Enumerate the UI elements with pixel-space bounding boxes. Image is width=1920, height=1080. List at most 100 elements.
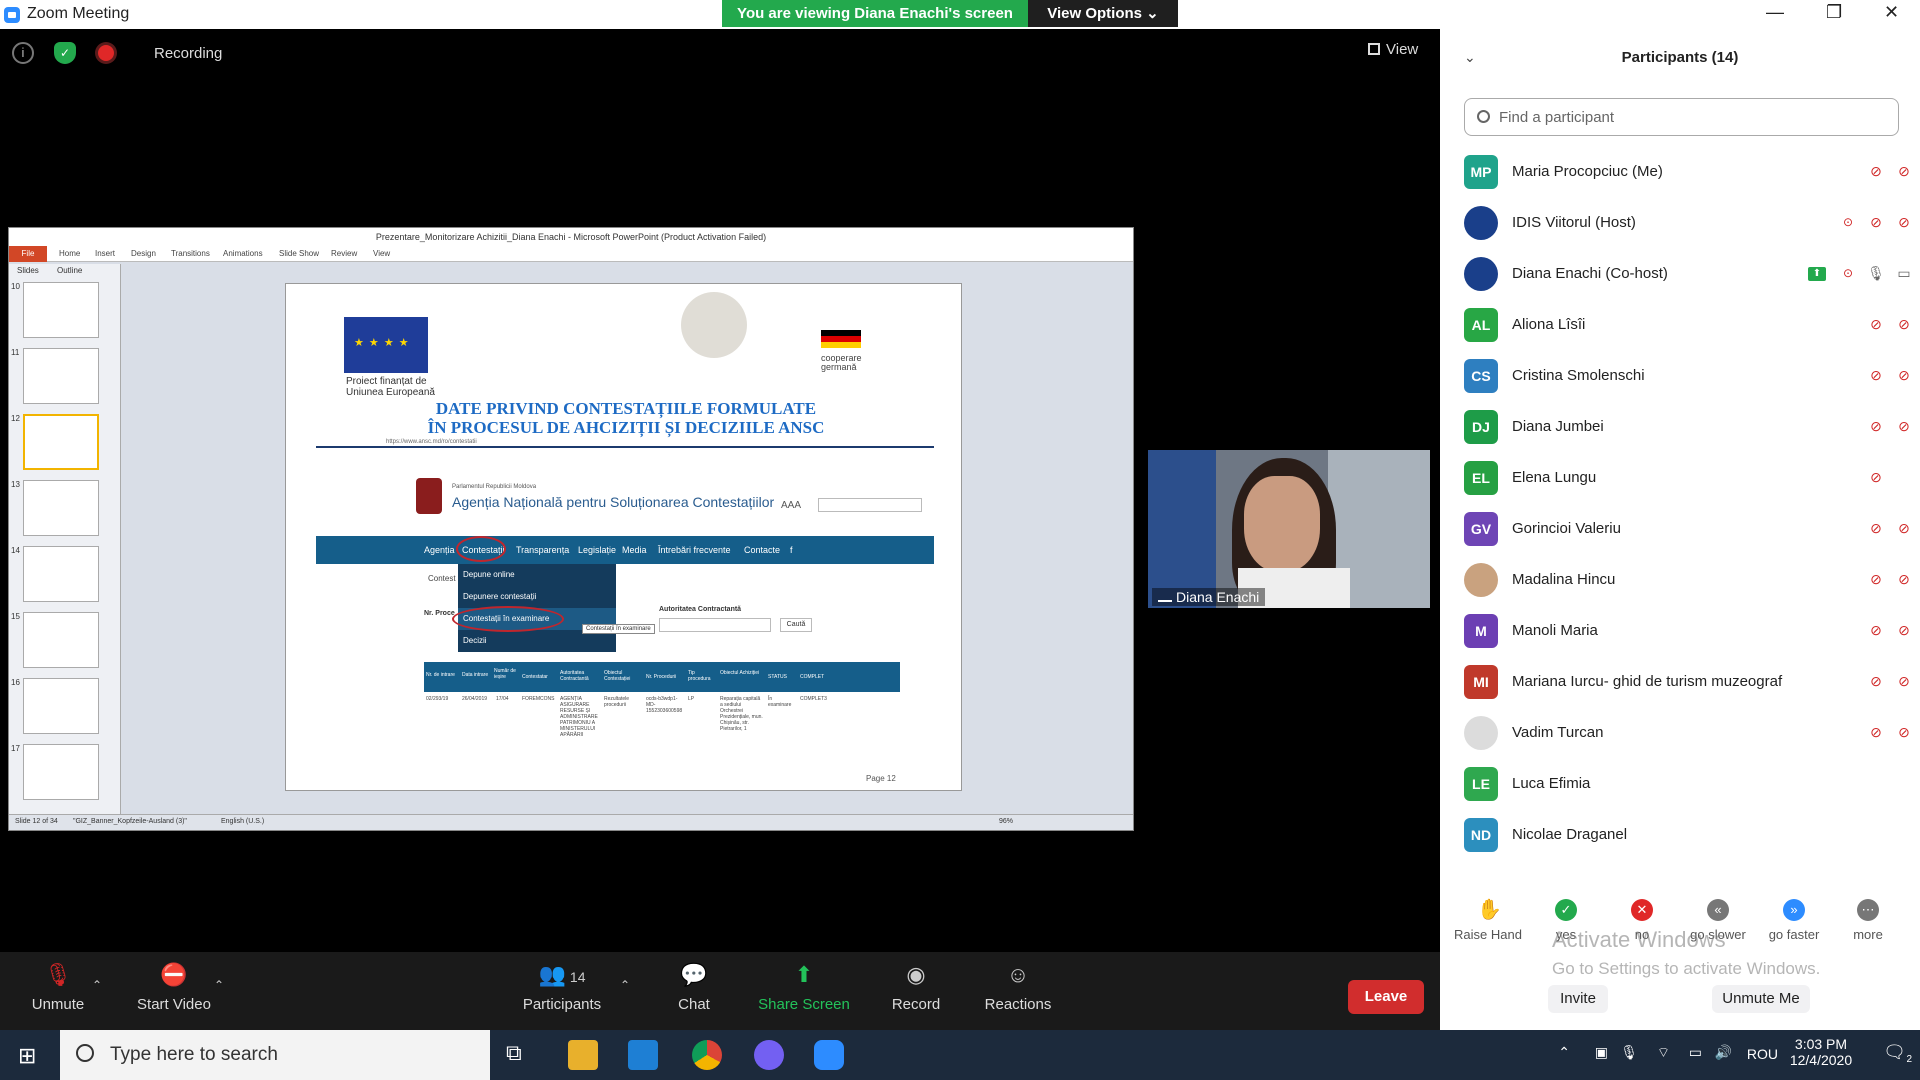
window-titlebar: Zoom Meeting xyxy=(0,0,1440,29)
wifi-icon[interactable]: ⌔ xyxy=(1657,1044,1670,1062)
participant-row[interactable]: Diana Enachi (Co-host) ⬆ ⊙ 🎙 ▭ xyxy=(1440,249,1920,300)
video-off-icon: ⛔ xyxy=(160,962,188,987)
chevron-up-icon[interactable]: ⌃ xyxy=(620,978,630,992)
record-label: Record xyxy=(891,996,941,1013)
more-button[interactable]: ⋯ more xyxy=(1830,899,1906,942)
share-screen-label: Share Screen xyxy=(758,996,850,1013)
notifications-icon[interactable]: 🗨 xyxy=(1883,1042,1906,1063)
windows-start-icon[interactable]: ⊞ xyxy=(18,1043,36,1069)
notification-count: 2 xyxy=(1906,1054,1912,1065)
chat-button[interactable]: 💬 Chat xyxy=(672,952,716,1013)
participant-row[interactable]: MP Maria Procopciuc (Me) ⊘ ⊘ xyxy=(1440,147,1920,198)
activation-watermark: Activate Windows xyxy=(1552,927,1726,952)
tray-mic-icon[interactable]: 🎙 xyxy=(1620,1044,1638,1061)
cam-on-icon: ▭ xyxy=(1897,265,1911,281)
fast-forward-icon: » xyxy=(1783,899,1805,921)
shield-icon[interactable]: ✓ xyxy=(54,42,76,64)
mic-off-icon: ⊘ xyxy=(1870,163,1882,179)
participant-row[interactable]: DJ Diana Jumbei ⊘ ⊘ xyxy=(1440,402,1920,453)
thumb-number: 10 xyxy=(11,282,20,291)
participant-row[interactable]: LE Luca Efimia xyxy=(1440,759,1920,810)
participant-row[interactable]: M Manoli Maria ⊘ ⊘ xyxy=(1440,606,1920,657)
unmute-me-button[interactable]: Unmute Me xyxy=(1712,985,1810,1013)
chrome-icon[interactable] xyxy=(692,1040,722,1070)
participant-row[interactable]: Madalina Hincu ⊘ ⊘ xyxy=(1440,555,1920,606)
volume-icon[interactable]: 🔊 xyxy=(1715,1044,1732,1061)
participant-row[interactable]: AL Aliona Lîsîi ⊘ ⊘ xyxy=(1440,300,1920,351)
tray-device-icon[interactable]: ▣ xyxy=(1595,1044,1608,1061)
chevron-up-icon[interactable]: ⌃ xyxy=(92,978,102,992)
ppt-tab-design: Design xyxy=(131,249,156,258)
tray-chevron-icon[interactable]: ⌃ xyxy=(1558,1044,1570,1061)
signal-icon xyxy=(1158,591,1172,602)
participant-name: Maria Procopciuc (Me) xyxy=(1512,163,1663,180)
participant-row[interactable]: ND Nicolae Draganel xyxy=(1440,810,1920,861)
participant-row[interactable]: Vadim Turcan ⊘ ⊘ xyxy=(1440,708,1920,759)
participant-search-input[interactable]: Find a participant xyxy=(1464,98,1899,136)
cam-off-icon: ⊘ xyxy=(1898,520,1910,536)
mic-off-icon: ⊘ xyxy=(1870,367,1882,383)
invite-button[interactable]: Invite xyxy=(1548,985,1608,1013)
task-view-icon[interactable]: ⧉ xyxy=(506,1040,536,1070)
slide-thumb xyxy=(23,678,99,734)
zoom-taskbar-icon[interactable] xyxy=(814,1040,844,1070)
table-header-cell: Nr. de intrare xyxy=(426,672,455,678)
activation-watermark: Go to Settings to activate Windows. xyxy=(1552,959,1821,978)
participant-row[interactable]: MI Mariana Iurcu- ghid de turism muzeogra… xyxy=(1440,657,1920,708)
clock-date: 12/4/2020 xyxy=(1789,1052,1853,1068)
leave-button[interactable]: Leave xyxy=(1348,980,1424,1014)
avatar xyxy=(1464,257,1498,291)
share-screen-button[interactable]: ⬆ Share Screen xyxy=(756,952,852,1013)
cam-off-icon: ⊘ xyxy=(1898,367,1910,383)
participant-row[interactable]: GV Gorincioi Valeriu ⊘ ⊘ xyxy=(1440,504,1920,555)
parliament-label: Parlamentul Republicii Moldova xyxy=(452,484,537,490)
participant-row[interactable]: CS Cristina Smolenschi ⊘ ⊘ xyxy=(1440,351,1920,402)
grid-icon xyxy=(1368,43,1380,55)
view-button[interactable]: View xyxy=(1368,41,1418,58)
start-video-button[interactable]: ⛔ Start Video xyxy=(134,952,214,1013)
participants-button[interactable]: 👥 14 Participants xyxy=(520,952,604,1013)
lang-indicator[interactable]: ROU xyxy=(1747,1046,1778,1062)
raise-hand-button[interactable]: ✋ Raise Hand xyxy=(1450,899,1526,942)
table-cell: Rezultatele procedurii xyxy=(604,696,630,708)
avatar: ND xyxy=(1464,818,1498,852)
pane-tab-outline: Outline xyxy=(57,266,83,275)
view-label: View xyxy=(1386,41,1419,58)
clock[interactable]: 3:03 PM 12/4/2020 xyxy=(1786,1036,1856,1068)
coat-of-arms-icon xyxy=(416,478,442,514)
participant-row[interactable]: EL Elena Lungu ⊘ xyxy=(1440,453,1920,504)
unmute-button[interactable]: 🎙 Unmute xyxy=(26,952,90,1013)
view-options-button[interactable]: View Options ⌄ xyxy=(1028,0,1178,27)
restore-icon[interactable]: ❐ xyxy=(1826,2,1842,23)
reactions-button[interactable]: ☺ Reactions xyxy=(978,952,1058,1013)
contest-label: Contest xyxy=(428,574,456,583)
emoji-icon: ☺ xyxy=(1006,962,1030,987)
autoritatea-label: Autoritatea Contractantă xyxy=(659,606,742,613)
chevron-up-icon[interactable]: ⌃ xyxy=(214,978,224,992)
table-header-cell: Contestatar xyxy=(522,674,548,680)
thumb-number: 11 xyxy=(11,348,20,357)
go-faster-button[interactable]: » go faster xyxy=(1756,899,1832,942)
mic-off-icon: ⊘ xyxy=(1870,622,1882,638)
close-icon[interactable]: ✕ xyxy=(1884,2,1899,23)
battery-icon[interactable]: ▭ xyxy=(1689,1044,1702,1061)
video-name-tag: Diana Enachi xyxy=(1152,588,1266,606)
participant-video[interactable]: Diana Enachi xyxy=(1148,450,1430,608)
mail-icon[interactable] xyxy=(628,1040,658,1070)
slide-title-line: ÎN PROCESUL DE AHCIZIȚII ȘI DECIZIILE AN… xyxy=(427,418,825,437)
slide-thumb xyxy=(23,348,99,404)
info-icon[interactable]: i xyxy=(12,42,34,64)
mic-off-icon: ⊘ xyxy=(1870,520,1882,536)
minimize-icon[interactable]: — xyxy=(1766,2,1784,23)
participant-row[interactable]: IDIS Viitorul (Host) ⊙ ⊘ ⊘ xyxy=(1440,198,1920,249)
mic-off-icon: 🎙 xyxy=(44,962,72,987)
chat-label: Chat xyxy=(678,996,710,1013)
taskbar-search-input[interactable]: Type here to search xyxy=(60,1030,490,1080)
record-button[interactable]: ◉ Record xyxy=(888,952,944,1013)
file-explorer-icon[interactable] xyxy=(568,1040,598,1070)
viber-icon[interactable] xyxy=(754,1040,784,1070)
thumb-number: 14 xyxy=(11,546,20,555)
slide-canvas: Proiect finanțat de Uniunea Europeană co… xyxy=(285,283,962,791)
participants-panel: ⌄ Participants (14) Find a participant M… xyxy=(1440,29,1920,1030)
eu-flag-logo xyxy=(344,317,428,373)
